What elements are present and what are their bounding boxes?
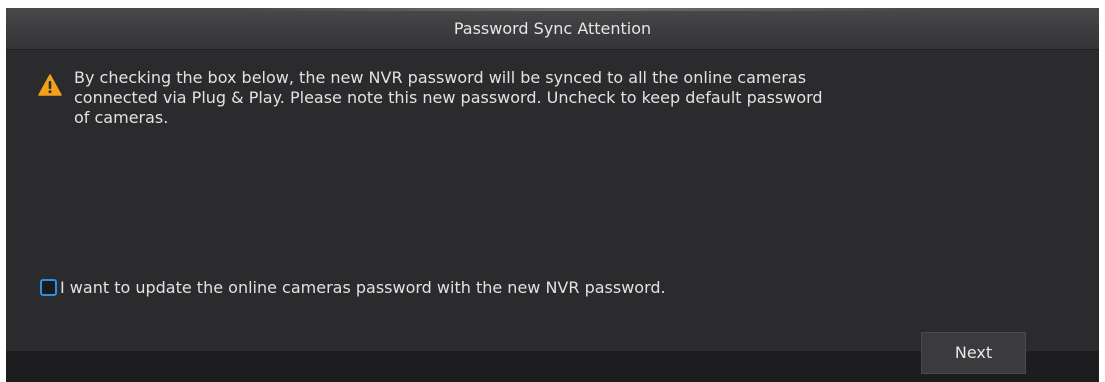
update-password-checkbox-row[interactable]: I want to update the online cameras pass…	[40, 275, 666, 299]
warning-triangle-icon	[38, 74, 62, 96]
next-button[interactable]: Next	[921, 332, 1026, 374]
update-password-checkbox-label[interactable]: I want to update the online cameras pass…	[60, 278, 666, 297]
dialog-title: Password Sync Attention	[453, 19, 652, 38]
sync-message: By checking the box below, the new NVR p…	[74, 68, 823, 127]
dialog-title-bar: Password Sync Attention	[6, 8, 1099, 50]
update-password-checkbox[interactable]	[40, 278, 57, 296]
password-sync-dialog: Password Sync Attention By checking the …	[6, 8, 1099, 382]
